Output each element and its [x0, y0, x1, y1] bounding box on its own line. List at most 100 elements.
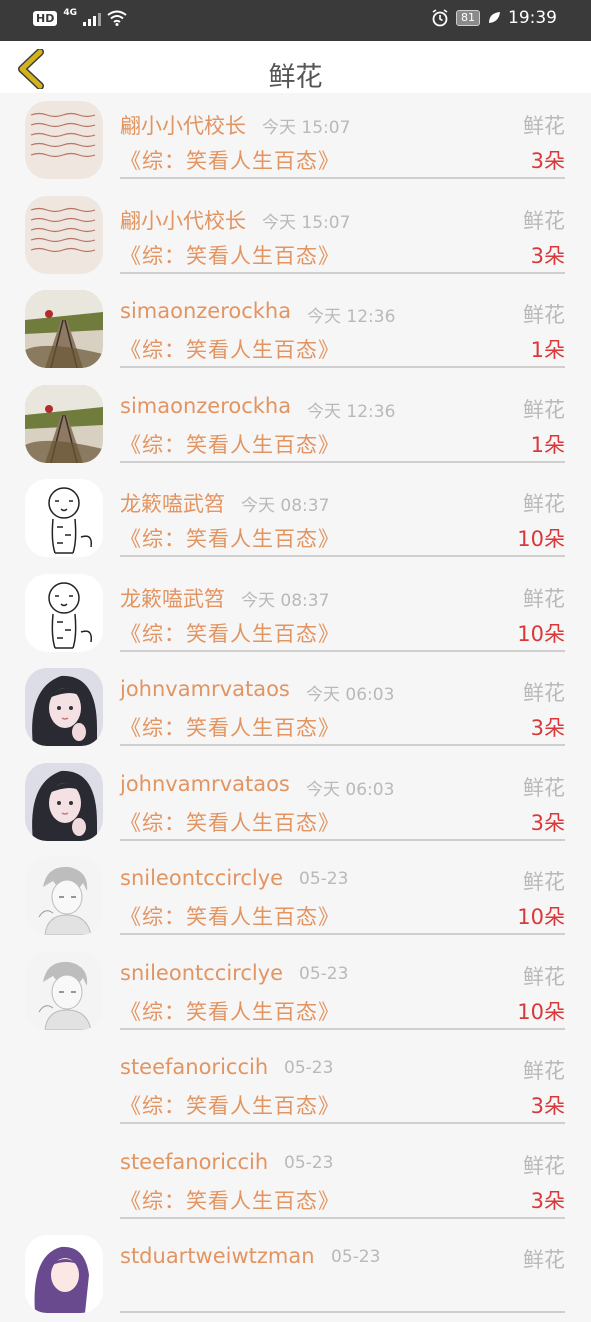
divider: [120, 933, 565, 935]
alarm-icon: [432, 9, 448, 27]
username[interactable]: steefanoriccih: [120, 1055, 268, 1079]
divider: [120, 838, 565, 841]
list-item[interactable]: johnvamrvataos 今天 06:03 鲜花 《综：笑看人生百态》 3朵: [0, 755, 591, 850]
list-item[interactable]: snileontccirclye 05-23 鲜花 《综：笑看人生百态》 10朵: [0, 849, 591, 944]
book-title[interactable]: 《综：笑看人生百态》: [120, 240, 340, 270]
timestamp: 05-23: [299, 963, 349, 984]
status-bar: HD 4G 81 19:39: [0, 0, 591, 41]
list-item[interactable]: snileontccirclye 05-23 鲜花 《综：笑看人生百态》 10朵: [0, 944, 591, 1039]
purple-hair-avatar[interactable]: [25, 1235, 103, 1313]
gift-count: 1朵: [530, 432, 565, 457]
list-item[interactable]: 龙簌嗑武笤 今天 08:37 鲜花 《综：笑看人生百态》 10朵: [0, 566, 591, 661]
blank-avatar[interactable]: [25, 1141, 103, 1219]
gift-type: 鲜花: [523, 775, 565, 800]
book-title[interactable]: 《综：笑看人生百态》: [120, 1090, 340, 1120]
book-title[interactable]: 《综：笑看人生百态》: [120, 334, 340, 364]
gift-count: 10朵: [517, 905, 565, 929]
list-item[interactable]: steefanoriccih 05-23 鲜花 《综：笑看人生百态》 3朵: [0, 1038, 591, 1133]
username[interactable]: snileontccirclye: [120, 866, 283, 890]
list-item[interactable]: simaonzerockha 今天 12:36 鲜花 《综：笑看人生百态》 1朵: [0, 377, 591, 472]
book-title[interactable]: 《综：笑看人生百态》: [120, 996, 340, 1026]
network-type: 4G: [63, 8, 77, 18]
gift-type: 鲜花: [523, 208, 565, 233]
gift-type: 鲜花: [523, 870, 565, 894]
signal-icon: [83, 10, 101, 26]
book-title[interactable]: 《综：笑看人生百态》: [120, 523, 340, 553]
sketch-avatar[interactable]: [25, 951, 103, 1030]
timestamp: 今天 06:03: [306, 685, 395, 705]
book-title[interactable]: 《综：笑看人生百态》: [120, 429, 340, 459]
tiger-avatar[interactable]: [25, 479, 103, 557]
gift-type: 鲜花: [523, 964, 565, 989]
gift-count: 3朵: [530, 1188, 565, 1213]
timestamp: 05-23: [284, 1058, 334, 1078]
gift-count: 3朵: [530, 149, 565, 173]
divider: [120, 649, 565, 652]
gift-count: 10朵: [517, 999, 565, 1024]
battery-icon: 81: [456, 10, 480, 26]
timestamp: 今天 12:36: [307, 401, 396, 422]
list-item[interactable]: johnvamrvataos 今天 06:03 鲜花 《综：笑看人生百态》 3朵: [0, 660, 591, 755]
username[interactable]: 龙簌嗑武笤: [120, 583, 225, 613]
divider: [120, 460, 565, 463]
gift-type: 鲜花: [523, 1059, 565, 1083]
timestamp: 今天 15:07: [262, 118, 351, 138]
divider: [120, 1027, 565, 1030]
note-avatar[interactable]: [25, 101, 103, 179]
blank-avatar[interactable]: [25, 1046, 103, 1124]
username[interactable]: snileontccirclye: [120, 961, 283, 985]
list-item[interactable]: 龙簌嗑武笤 今天 08:37 鲜花 《综：笑看人生百态》 10朵: [0, 471, 591, 566]
book-title[interactable]: 《综：笑看人生百态》: [120, 807, 340, 837]
timestamp: 05-23: [299, 869, 349, 889]
list-item[interactable]: 翩小小代校长 今天 15:07 鲜花 《综：笑看人生百态》 3朵: [0, 93, 591, 188]
gift-type: 鲜花: [523, 1248, 565, 1272]
gift-type: 鲜花: [523, 586, 565, 611]
gift-list: 翩小小代校长 今天 15:07 鲜花 《综：笑看人生百态》 3朵 翩小小代校长 …: [0, 93, 591, 1322]
book-title[interactable]: 《综：笑看人生百态》: [120, 712, 340, 742]
list-item[interactable]: stduartweiwtzman 05-23 鲜花: [0, 1227, 591, 1322]
timestamp: 05-23: [284, 1152, 334, 1173]
username[interactable]: 翩小小代校长: [120, 205, 246, 235]
username[interactable]: 龙簌嗑武笤: [120, 488, 225, 518]
girl-avatar[interactable]: [25, 668, 103, 746]
list-item[interactable]: simaonzerockha 今天 12:36 鲜花 《综：笑看人生百态》 1朵: [0, 282, 591, 377]
railway-avatar[interactable]: [25, 290, 103, 368]
status-right: 81 19:39: [431, 8, 557, 28]
divider: [120, 271, 565, 274]
book-title[interactable]: 《综：笑看人生百态》: [120, 618, 340, 648]
timestamp: 今天 06:03: [306, 779, 395, 800]
gift-count: 10朵: [517, 527, 565, 551]
girl-avatar[interactable]: [25, 762, 103, 841]
page-title: 鲜花: [268, 62, 323, 93]
timestamp: 今天 08:37: [241, 590, 330, 611]
list-item[interactable]: 翩小小代校长 今天 15:07 鲜花 《综：笑看人生百态》 3朵: [0, 188, 591, 283]
timestamp: 05-23: [331, 1247, 381, 1267]
gift-type: 鲜花: [523, 303, 565, 327]
book-title[interactable]: 《综：笑看人生百态》: [120, 145, 340, 175]
username[interactable]: johnvamrvataos: [120, 772, 290, 796]
timestamp: 今天 15:07: [262, 212, 351, 233]
sketch-avatar[interactable]: [25, 857, 103, 935]
note-avatar[interactable]: [25, 195, 103, 274]
username[interactable]: 翩小小代校长: [120, 110, 246, 140]
book-title[interactable]: 《综：笑看人生百态》: [120, 1185, 340, 1215]
wifi-icon: [107, 10, 127, 26]
tiger-avatar[interactable]: [25, 573, 103, 652]
gift-count: 3朵: [530, 1094, 565, 1118]
book-title[interactable]: 《综：笑看人生百态》: [120, 901, 340, 931]
leaf-icon: [489, 12, 500, 23]
gift-count: 3朵: [530, 810, 565, 835]
username[interactable]: simaonzerockha: [120, 299, 291, 323]
list-item[interactable]: steefanoriccih 05-23 鲜花 《综：笑看人生百态》 3朵: [0, 1133, 591, 1228]
divider: [120, 555, 565, 557]
username[interactable]: steefanoriccih: [120, 1150, 268, 1174]
gift-count: 3朵: [530, 716, 565, 740]
status-left: HD 4G: [33, 8, 127, 26]
username[interactable]: johnvamrvataos: [120, 677, 290, 701]
username[interactable]: stduartweiwtzman: [120, 1244, 315, 1268]
username[interactable]: simaonzerockha: [120, 394, 291, 418]
divider: [120, 1216, 565, 1219]
gift-type: 鲜花: [523, 397, 565, 422]
gift-type: 鲜花: [523, 681, 565, 705]
railway-avatar[interactable]: [25, 384, 103, 463]
